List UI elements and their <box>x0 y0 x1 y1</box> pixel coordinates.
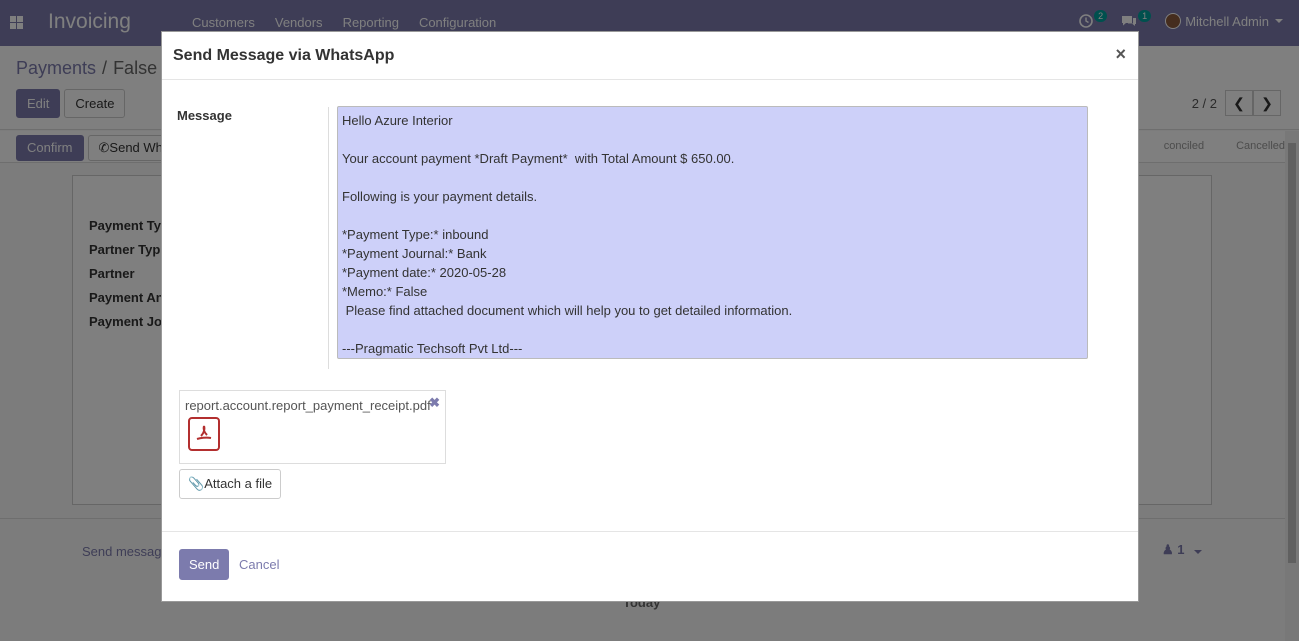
cancel-button[interactable]: Cancel <box>239 557 279 572</box>
attach-file-label: Attach a file <box>204 476 273 491</box>
modal-footer: Send Cancel <box>162 531 1138 601</box>
send-button[interactable]: Send <box>179 549 230 580</box>
close-icon[interactable]: × <box>1115 44 1126 65</box>
pdf-file-icon[interactable] <box>188 417 220 451</box>
paperclip-icon: 📎 <box>188 476 205 491</box>
field-divider <box>328 107 329 369</box>
whatsapp-message-dialog: Send Message via WhatsApp × Message Hell… <box>161 31 1139 602</box>
modal-header: Send Message via WhatsApp × <box>162 32 1138 80</box>
attachment-name[interactable]: report.account.report_payment_receipt.pd… <box>185 398 431 413</box>
modal-title: Send Message via WhatsApp <box>173 47 395 64</box>
attachment-card: report.account.report_payment_receipt.pd… <box>179 390 446 464</box>
remove-attachment-icon[interactable]: ✖ <box>429 395 440 411</box>
message-textarea[interactable]: Hello Azure Interior Your account paymen… <box>337 106 1088 359</box>
message-label: Message <box>177 108 232 123</box>
attach-file-button[interactable]: 📎Attach a file <box>179 469 282 499</box>
